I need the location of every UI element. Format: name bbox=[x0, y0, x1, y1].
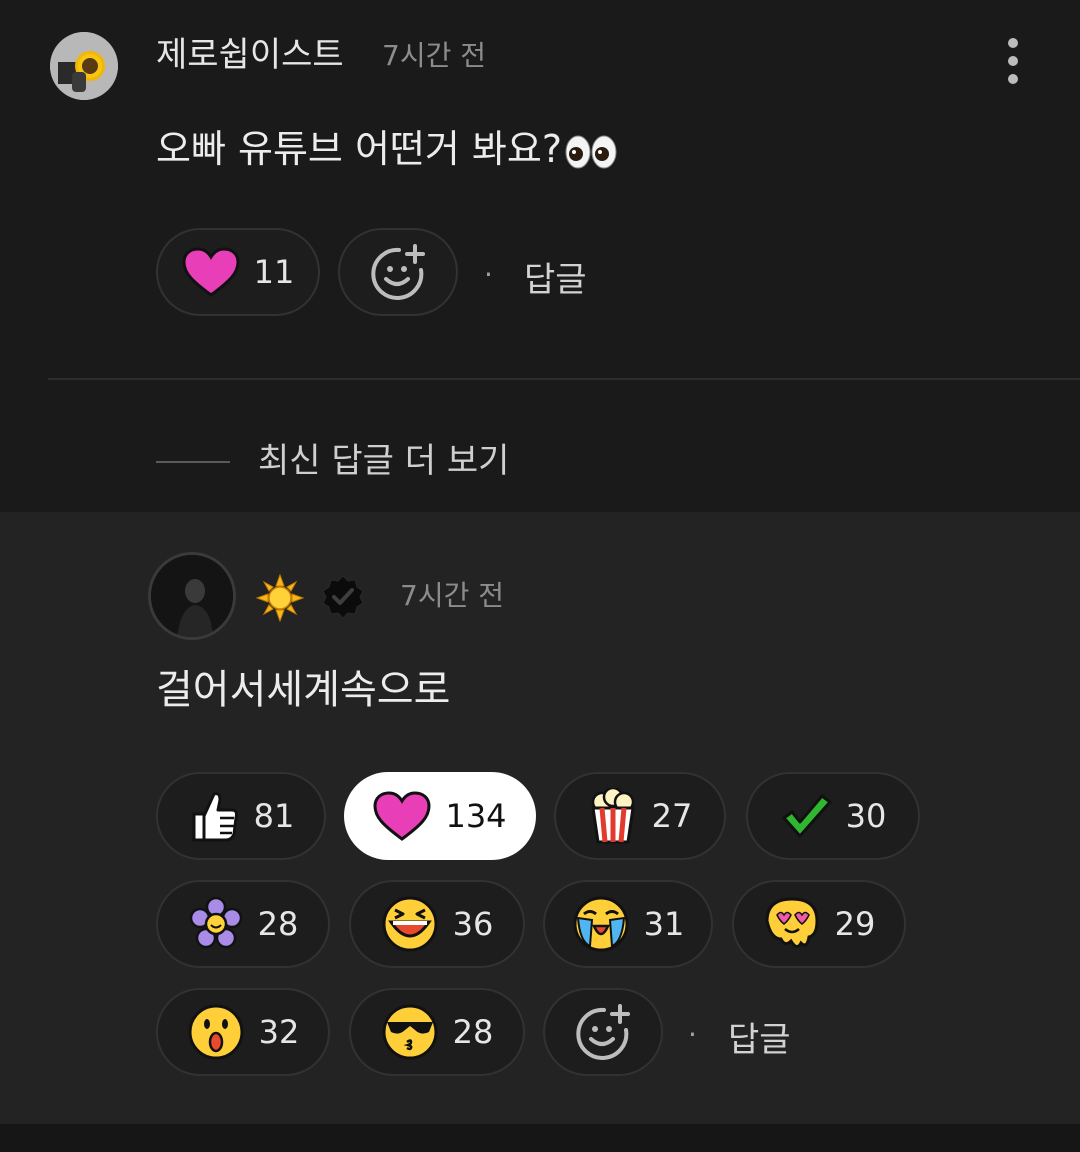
surprised-face-icon bbox=[188, 1004, 244, 1060]
sunglasses-kiss-face-icon bbox=[382, 1004, 438, 1060]
heart-eyes-melting-face-icon bbox=[765, 897, 819, 948]
add-reaction-button[interactable] bbox=[543, 988, 663, 1076]
reaction-heart-button[interactable]: 134 bbox=[344, 772, 536, 860]
heart-icon bbox=[182, 247, 240, 297]
comment-body: 오빠 유튜브 어떤거 봐요? bbox=[156, 127, 563, 171]
reaction-count: 30 bbox=[845, 797, 887, 835]
check-icon bbox=[782, 794, 832, 838]
reaction-count: 31 bbox=[643, 905, 685, 943]
divider bbox=[48, 378, 1080, 380]
timestamp: 7시간 전 bbox=[382, 39, 486, 72]
sunflower-icon bbox=[50, 32, 118, 100]
author-name[interactable]: 제로쉽이스트 bbox=[156, 32, 344, 78]
reaction-count: 81 bbox=[253, 797, 295, 835]
reply-button[interactable]: 답글 bbox=[524, 252, 587, 301]
reaction-flower-button[interactable]: 28 bbox=[156, 880, 330, 968]
popcorn-icon bbox=[591, 788, 635, 844]
thumbs-up-icon bbox=[192, 792, 238, 842]
reaction-popcorn-button[interactable]: 27 bbox=[554, 772, 726, 860]
reaction-count: 27 bbox=[651, 797, 693, 835]
eyes-emoji bbox=[565, 135, 617, 168]
reaction-count: 11 bbox=[253, 253, 295, 291]
sun-emoji bbox=[256, 574, 304, 622]
separator: · bbox=[484, 258, 493, 291]
more-replies-line bbox=[156, 461, 230, 463]
reaction-count: 28 bbox=[257, 905, 299, 943]
add-emoji-icon bbox=[371, 244, 425, 300]
heart-icon bbox=[373, 791, 431, 841]
reaction-thumbs-up-button[interactable]: 81 bbox=[156, 772, 326, 860]
reaction-count: 36 bbox=[452, 905, 494, 943]
reaction-sunglasses-button[interactable]: 28 bbox=[349, 988, 525, 1076]
reaction-count: 32 bbox=[258, 1013, 300, 1051]
comment-text: 오빠 유튜브 어떤거 봐요? bbox=[156, 122, 618, 176]
laughing-face-icon bbox=[382, 896, 438, 952]
reaction-count: 28 bbox=[452, 1013, 494, 1051]
reply-text: 걸어서세계속으로 bbox=[156, 667, 451, 713]
reaction-heart-button[interactable]: 11 bbox=[156, 228, 320, 316]
reaction-check-button[interactable]: 30 bbox=[746, 772, 920, 860]
reply-button[interactable]: 답글 bbox=[728, 1012, 791, 1061]
timestamp: 7시간 전 bbox=[400, 579, 504, 612]
crying-face-icon bbox=[573, 896, 629, 952]
reaction-count: 134 bbox=[445, 797, 507, 835]
add-emoji-icon bbox=[576, 1004, 630, 1060]
reaction-surprised-button[interactable]: 32 bbox=[156, 988, 330, 1076]
separator: · bbox=[688, 1018, 697, 1051]
verified-badge-icon bbox=[322, 575, 364, 619]
reaction-laughing-button[interactable]: 36 bbox=[349, 880, 525, 968]
avatar[interactable] bbox=[50, 32, 118, 100]
avatar[interactable] bbox=[148, 552, 236, 640]
reaction-crying-button[interactable]: 31 bbox=[543, 880, 713, 968]
bottom-bar bbox=[0, 1124, 1080, 1152]
reaction-heart-eyes-button[interactable]: 29 bbox=[732, 880, 906, 968]
reaction-count: 29 bbox=[834, 905, 876, 943]
flower-icon bbox=[189, 896, 242, 949]
more-options-icon[interactable] bbox=[996, 38, 1030, 92]
more-replies-link[interactable]: 최신 답글 더 보기 bbox=[258, 438, 509, 484]
add-reaction-button[interactable] bbox=[338, 228, 458, 316]
profile-photo bbox=[151, 555, 233, 637]
